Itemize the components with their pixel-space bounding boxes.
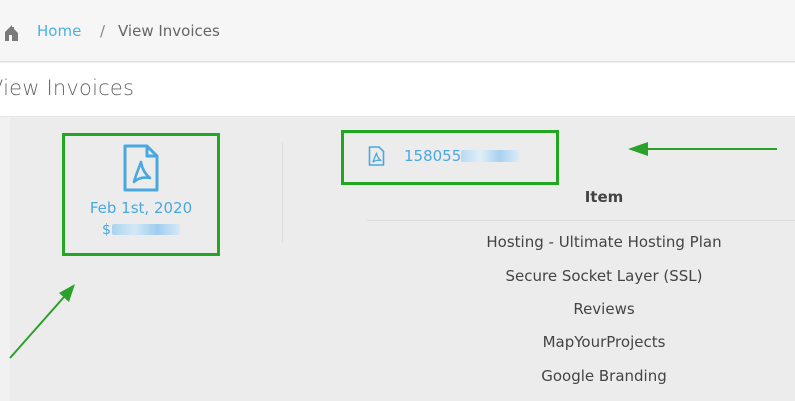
table-row: Secure Socket Layer (SSL) xyxy=(505,267,703,285)
items-column-header: Item xyxy=(584,188,624,206)
invoice-amount-prefix: $ xyxy=(102,222,111,238)
table-row: Google Branding xyxy=(541,367,667,385)
invoice-date[interactable]: Feb 1st, 2020 xyxy=(65,199,217,217)
invoice-number-link[interactable]: 158055 xyxy=(341,130,559,185)
breadcrumb-separator: / xyxy=(100,22,106,40)
column-divider xyxy=(282,143,283,243)
breadcrumb-home-link[interactable]: Home xyxy=(37,22,81,40)
table-row: Hosting - Ultimate Hosting Plan xyxy=(486,233,722,251)
table-row: Reviews xyxy=(573,300,635,318)
pdf-file-icon[interactable] xyxy=(122,144,160,192)
invoice-number-prefix: 158055 xyxy=(404,147,462,165)
page-title: View Invoices xyxy=(0,76,135,100)
breadcrumb-current: View Invoices xyxy=(118,22,220,40)
table-row: MapYourProjects xyxy=(542,333,666,351)
page-title-wrapper: View Invoices xyxy=(0,76,200,104)
items-table-header: Item xyxy=(367,188,795,221)
invoice-number[interactable]: 158055 xyxy=(404,147,520,165)
redacted-invoice-number xyxy=(461,150,520,162)
invoice-amount: $ xyxy=(65,222,217,238)
breadcrumb: Home / View Invoices xyxy=(0,0,795,62)
pdf-file-icon[interactable] xyxy=(368,146,385,166)
home-icon[interactable] xyxy=(5,23,18,41)
redacted-amount xyxy=(111,224,180,235)
invoice-card[interactable]: Feb 1st, 2020 $ xyxy=(62,133,220,256)
page-header: View Invoices xyxy=(0,63,795,117)
